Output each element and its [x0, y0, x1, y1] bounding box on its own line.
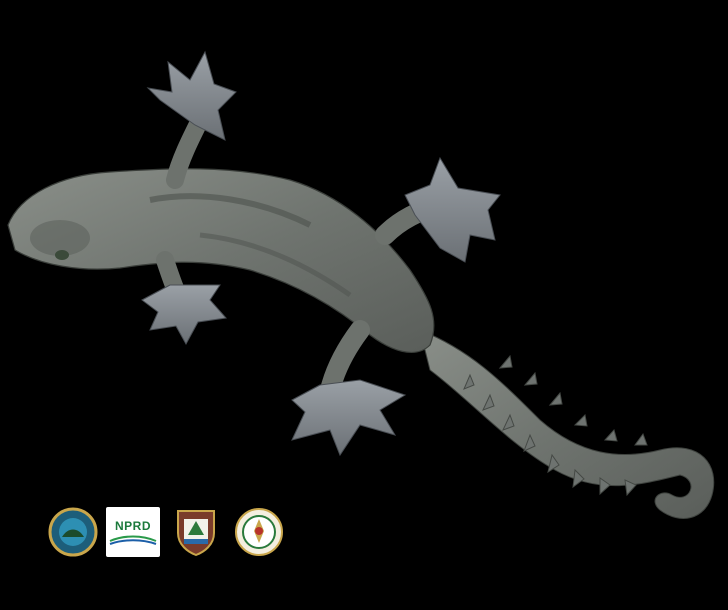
royal-seal-icon	[234, 507, 284, 557]
nprd-logo-text: NPRD	[114, 519, 151, 533]
hind-right-foot	[291, 379, 407, 457]
gecko-tail	[419, 329, 715, 519]
partner-logos: NPRD	[48, 507, 288, 561]
shield-crest-icon	[174, 507, 218, 557]
hind-left-foot	[404, 156, 501, 263]
round-emblem-icon	[48, 507, 98, 557]
gecko-eye	[55, 250, 69, 260]
nprd-park-logo: NPRD	[106, 507, 160, 557]
front-right-foot	[141, 284, 227, 346]
